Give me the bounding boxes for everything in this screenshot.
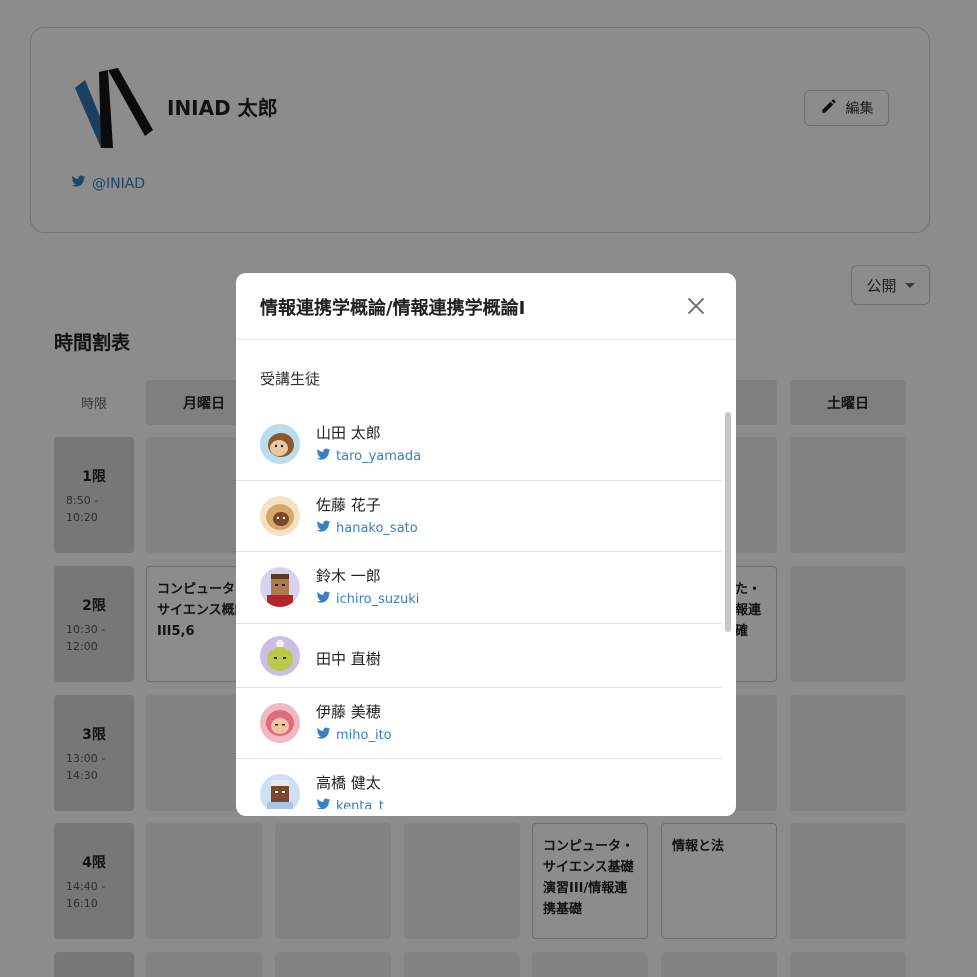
close-button[interactable] xyxy=(686,296,706,316)
student-twitter-link[interactable]: hanako_sato xyxy=(316,519,418,538)
modal-subtitle: 受講生徒 xyxy=(260,370,321,388)
student-name: 高橋 健太 xyxy=(316,774,381,792)
student-name: 伊藤 美穂 xyxy=(316,702,381,721)
twitter-icon xyxy=(316,590,331,609)
twitter-icon xyxy=(316,726,331,745)
twitter-icon xyxy=(316,797,331,809)
student-item[interactable]: 伊藤 美穂 miho_ito xyxy=(236,688,722,759)
twitter-icon xyxy=(316,447,331,466)
student-twitter-link[interactable]: kenta_t xyxy=(316,797,384,809)
student-twitter-handle: taro_yamada xyxy=(336,449,422,464)
student-twitter-link[interactable]: miho_ito xyxy=(316,726,392,745)
student-item[interactable]: 高橋 健太 kenta_t xyxy=(236,759,722,809)
student-twitter-link[interactable]: taro_yamada xyxy=(316,447,421,466)
student-twitter-handle: kenta_t xyxy=(336,799,384,809)
modal-title: 情報連携学概論/情報連携学概論I xyxy=(260,298,526,319)
twitter-icon xyxy=(316,519,331,538)
avatar xyxy=(260,635,300,676)
student-item[interactable]: 田中 直樹 xyxy=(236,624,722,688)
student-list[interactable]: 山田 太郎 taro_yamada 佐藤 花子 hanako_sato 鈴木 一… xyxy=(236,409,722,809)
student-name: 山田 太郎 xyxy=(316,424,381,442)
student-name: 佐藤 花子 xyxy=(316,495,381,514)
avatar xyxy=(260,774,300,809)
close-icon xyxy=(688,298,704,314)
student-twitter-handle: hanako_sato xyxy=(336,520,418,536)
student-twitter-handle: ichiro_suzuki xyxy=(336,592,420,607)
student-twitter-link[interactable]: ichiro_suzuki xyxy=(316,590,419,609)
avatar xyxy=(260,702,300,743)
students-modal: 情報連携学概論/情報連携学概論I 受講生徒 山田 太郎 taro_yamada … xyxy=(236,273,736,816)
modal-header: 情報連携学概論/情報連携学概論I xyxy=(236,273,736,340)
avatar xyxy=(260,567,300,607)
scrollbar-thumb[interactable] xyxy=(725,412,731,632)
student-item[interactable]: 鈴木 一郎 ichiro_suzuki xyxy=(236,552,722,624)
student-name: 田中 直樹 xyxy=(316,649,381,668)
student-item[interactable]: 山田 太郎 taro_yamada xyxy=(236,409,722,481)
student-item[interactable]: 佐藤 花子 hanako_sato xyxy=(236,481,722,552)
avatar xyxy=(260,424,300,464)
avatar xyxy=(260,495,300,536)
student-twitter-handle: miho_ito xyxy=(336,727,392,743)
student-name: 鈴木 一郎 xyxy=(316,567,381,585)
